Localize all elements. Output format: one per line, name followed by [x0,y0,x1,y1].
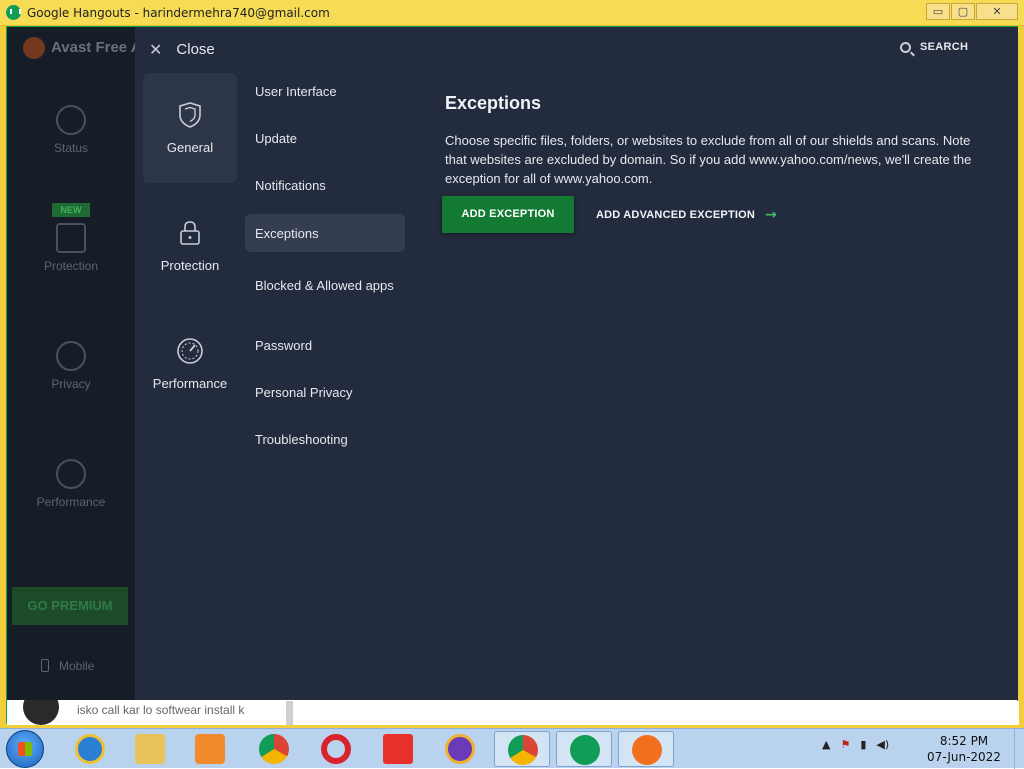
check-circle-icon [56,105,86,135]
main-nav-label: Privacy [51,377,91,391]
main-nav-label: Status [53,141,89,155]
taskbar-media-player[interactable] [182,731,238,767]
main-nav-privacy[interactable]: Privacy [7,341,135,391]
submenu-update[interactable]: Update [245,119,405,157]
page-title: Exceptions [445,93,542,113]
search-button[interactable]: SEARCH [900,41,968,53]
submenu-troubleshooting[interactable]: Troubleshooting [245,420,405,458]
taskbar-clock[interactable]: 8:52 PM 07-Jun-2022 [924,733,1004,765]
chrome-icon [259,734,289,764]
hangouts-running-icon [570,735,600,765]
add-exception-button[interactable]: ADD EXCEPTION [442,196,574,233]
speedometer-icon [177,338,203,364]
new-badge: NEW [52,203,90,217]
clock-date: 07-Jun-2022 [927,750,1001,764]
action-center-flag-icon[interactable]: ⚑ [840,738,850,751]
speedometer-icon [56,459,86,489]
window-titlebar[interactable]: Google Hangouts - harindermehra740@gmail… [0,0,1024,26]
main-nav-performance[interactable]: Performance [7,459,135,509]
submenu-password[interactable]: Password [245,326,405,364]
page-description: Choose specific files, folders, or websi… [445,133,972,186]
main-nav-label: Protection [43,259,99,273]
taskbar-avast-secure-browser[interactable] [432,731,488,767]
avast-brand-name: Avast Free A [51,39,142,56]
taskbar-chrome-running[interactable] [494,731,550,767]
search-icon [900,41,911,53]
arrow-right-icon: → [765,207,777,223]
submenu-notifications[interactable]: Notifications [245,166,405,204]
submenu-exceptions[interactable]: Exceptions [245,214,405,252]
maximize-icon: ▢ [957,5,969,18]
taskbar-hangouts-running[interactable] [556,731,612,767]
close-settings-button[interactable]: ✕ Close [149,39,215,59]
hangouts-icon [6,5,21,20]
taskbar-chrome[interactable] [246,731,302,767]
taskbar-avast-running[interactable] [618,731,674,767]
lock-icon [56,223,86,253]
avast-logo-icon [23,37,45,59]
mobile-label: Mobile [59,659,95,673]
chat-preview-row[interactable]: isko call kar lo softwear install k [7,689,1019,725]
go-premium-button[interactable]: GO PREMIUM [12,587,128,625]
taskbar-file-explorer[interactable] [122,731,178,767]
settings-panel: ✕ Close SEARCH General Protection Perfor… [135,27,1018,700]
submenu-user-interface[interactable]: User Interface [245,72,405,110]
system-tray: ▲ ⚑ ▮ ◀) [822,738,889,751]
category-performance[interactable]: Performance [143,309,237,419]
main-nav-label: Performance [36,495,106,509]
ie-icon [75,734,105,764]
taskbar-anydesk[interactable] [370,731,426,767]
mobile-link[interactable]: Mobile [41,659,94,673]
hangouts-window: Google Hangouts - harindermehra740@gmail… [0,0,1024,728]
maximize-button[interactable]: ▢ [951,3,975,20]
taskbar-opera[interactable] [308,731,364,767]
volume-icon[interactable]: ◀) [876,738,889,751]
network-signal-icon[interactable]: ▮ [860,738,866,751]
opera-icon [321,734,351,764]
avast-secure-browser-icon [445,734,475,764]
show-hidden-icons-icon[interactable]: ▲ [822,738,830,751]
anydesk-icon [383,734,413,764]
add-advanced-exception-button[interactable]: ADD ADVANCED EXCEPTION → [596,207,777,223]
minimize-icon: ▭ [932,5,944,18]
lock-icon [180,221,200,245]
search-label: SEARCH [920,41,969,53]
close-label: Close [176,40,215,58]
show-desktop-button[interactable] [1014,729,1024,769]
shield-icon [179,102,201,128]
main-nav-status[interactable]: Status [7,105,135,155]
clock-time: 8:52 PM [939,734,989,748]
category-label: Performance [152,376,228,391]
main-nav-protection[interactable]: Protection [7,223,135,273]
submenu-personal-privacy[interactable]: Personal Privacy [245,373,405,411]
chat-preview-text: isko call kar lo softwear install k [77,703,245,717]
category-protection[interactable]: Protection [143,191,237,301]
taskbar: ▲ ⚑ ▮ ◀) 8:52 PM 07-Jun-2022 [0,728,1024,769]
category-label: Protection [160,258,220,273]
avast-main-sidebar: Avast Free A Status NEW Protection Priva… [7,27,142,700]
scrollbar[interactable] [286,701,293,725]
avast-running-icon [632,735,662,765]
window-title: Google Hangouts - harindermehra740@gmail… [27,6,330,20]
window-close-button[interactable]: ✕ [976,3,1018,20]
category-general[interactable]: General [143,73,237,183]
close-icon: ✕ [992,5,1002,18]
close-icon: ✕ [149,39,163,59]
file-explorer-icon [135,734,165,764]
taskbar-internet-explorer[interactable] [62,731,118,767]
start-button[interactable] [6,730,44,768]
phone-icon [41,659,49,672]
fingerprint-icon [56,341,86,371]
minimize-button[interactable]: ▭ [926,3,950,20]
chrome-running-icon [508,735,538,765]
submenu-blocked-allowed-apps[interactable]: Blocked & Allowed apps [245,261,405,309]
add-advanced-exception-label: ADD ADVANCED EXCEPTION [596,209,756,221]
category-label: General [166,140,214,155]
media-player-icon [195,734,225,764]
